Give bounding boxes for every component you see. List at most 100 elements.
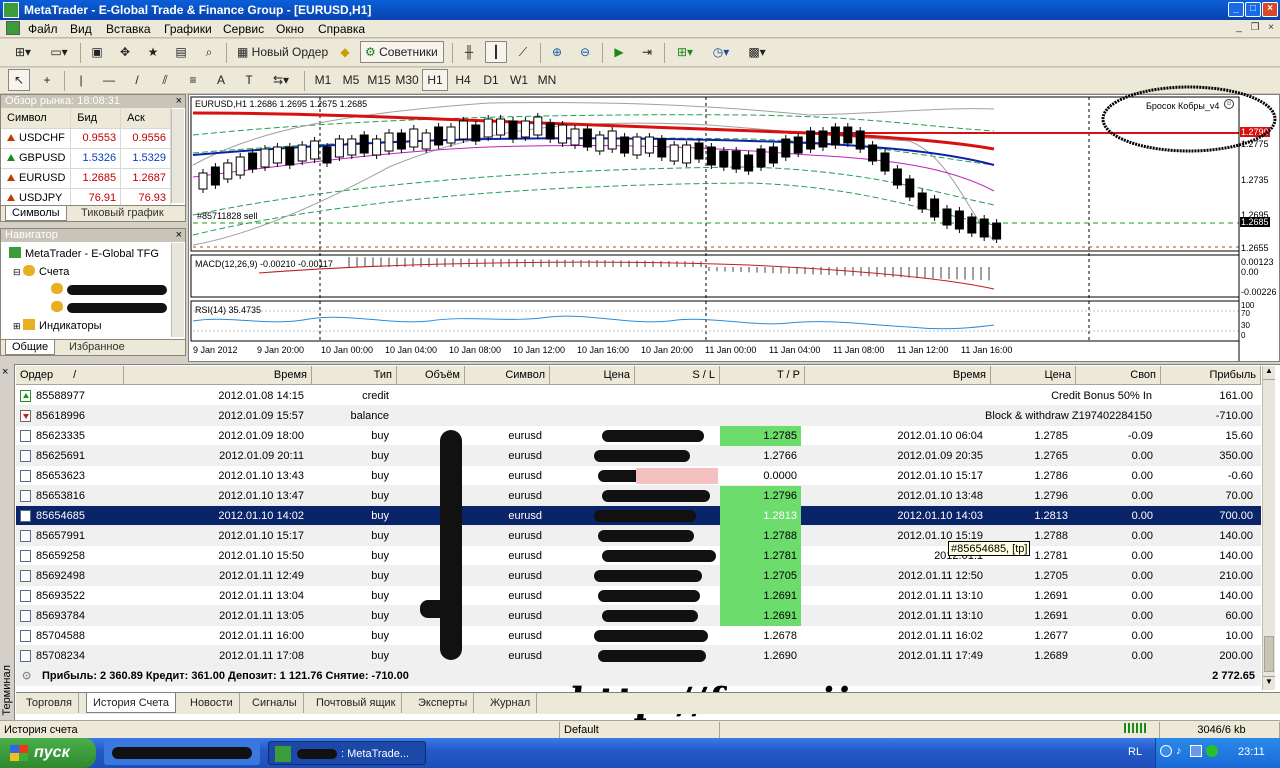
- mdi-close-icon[interactable]: ×: [1264, 22, 1278, 35]
- language-indicator[interactable]: RL: [1128, 746, 1142, 758]
- col-close-price[interactable]: Цена: [991, 366, 1076, 385]
- timeframe-w1[interactable]: W1: [506, 69, 532, 91]
- mdi-icon[interactable]: [6, 21, 20, 35]
- taskbar-item-metatrader[interactable]: : MetaTrade...: [268, 741, 426, 765]
- taskbar-item[interactable]: [104, 741, 260, 765]
- tab-journal[interactable]: Журнал: [484, 693, 538, 713]
- zoom-out-icon[interactable]: ⊖: [574, 41, 596, 63]
- tab-signals[interactable]: Сигналы: [246, 693, 304, 713]
- line-chart-icon[interactable]: ⟋: [512, 41, 534, 63]
- menu-service[interactable]: Сервис: [223, 22, 264, 36]
- security-icon[interactable]: [1206, 745, 1218, 757]
- col-type[interactable]: Тип: [312, 366, 397, 385]
- col-time[interactable]: Время: [124, 366, 312, 385]
- market-watch-icon[interactable]: ▣: [86, 41, 108, 63]
- col-tp[interactable]: T / P: [720, 366, 805, 385]
- col-ask[interactable]: Аск: [120, 108, 171, 129]
- tester-icon[interactable]: ⌕: [198, 41, 220, 63]
- col-close-time[interactable]: Время: [805, 366, 991, 385]
- menu-file[interactable]: Файл: [28, 22, 58, 36]
- meta-editor-icon[interactable]: ◆: [334, 41, 356, 63]
- col-price[interactable]: Цена: [550, 366, 635, 385]
- network-icon[interactable]: [1190, 745, 1202, 757]
- zoom-in-icon[interactable]: ⊕: [546, 41, 568, 63]
- timeframe-d1[interactable]: D1: [478, 69, 504, 91]
- timeframe-m15[interactable]: M15: [366, 69, 392, 91]
- col-sl[interactable]: S / L: [635, 366, 720, 385]
- text-icon[interactable]: A: [210, 69, 232, 91]
- profiles-icon[interactable]: ▭▾: [44, 41, 74, 63]
- timeframe-h4[interactable]: H4: [450, 69, 476, 91]
- tree-accounts[interactable]: ⊟ Счета: [13, 265, 69, 278]
- timeframe-m1[interactable]: M1: [310, 69, 336, 91]
- close-icon[interactable]: ×: [176, 95, 182, 108]
- tab-trade[interactable]: Торговля: [20, 693, 79, 713]
- close-icon[interactable]: ×: [2, 366, 8, 378]
- col-symbol[interactable]: Символ: [1, 108, 72, 129]
- tab-symbols[interactable]: Символы: [5, 206, 67, 221]
- data-window-icon[interactable]: ✥: [114, 41, 136, 63]
- tab-mailbox[interactable]: Почтовый ящик: [310, 693, 403, 713]
- terminal-icon[interactable]: ▤: [170, 41, 192, 63]
- col-swap[interactable]: Своп: [1076, 366, 1161, 385]
- close-button[interactable]: ×: [1262, 2, 1278, 17]
- status-profile[interactable]: Default: [560, 722, 720, 738]
- timeframe-m5[interactable]: M5: [338, 69, 364, 91]
- quote-row[interactable]: EURUSD 1.2685 1.2687: [1, 168, 171, 189]
- navigator-icon[interactable]: ★: [142, 41, 164, 63]
- tree-account-item[interactable]: [51, 301, 167, 314]
- tab-tick-chart[interactable]: Тиковый график: [75, 206, 170, 221]
- table-row[interactable]: 85588977 2012.01.08 14:15 credit 161.00 Cred…: [16, 386, 1261, 406]
- new-chart-icon[interactable]: ⊞▾: [8, 41, 38, 63]
- quote-row[interactable]: GBPUSD 1.5326 1.5329: [1, 148, 171, 169]
- chart-window[interactable]: EURUSD,H1 1.2686 1.2695 1.2675 1.2685 Бр…: [188, 85, 1280, 362]
- trendline-icon[interactable]: /: [126, 69, 148, 91]
- col-symbol[interactable]: Символ: [465, 366, 550, 385]
- maximize-button[interactable]: □: [1245, 2, 1261, 17]
- back-icon[interactable]: [1160, 745, 1172, 757]
- menu-charts[interactable]: Графики: [164, 22, 212, 36]
- arrows-icon[interactable]: ⇆▾: [266, 69, 296, 91]
- candlestick-icon[interactable]: ┃: [485, 41, 507, 63]
- tab-account-history[interactable]: История Счета: [86, 693, 177, 713]
- label-icon[interactable]: T: [238, 69, 260, 91]
- tab-common[interactable]: Общие: [5, 340, 56, 355]
- minimize-button[interactable]: _: [1228, 2, 1244, 17]
- timeframe-mn[interactable]: MN: [534, 69, 560, 91]
- col-bid[interactable]: Бид: [70, 108, 122, 129]
- tab-favorites[interactable]: Избранное: [63, 340, 131, 355]
- tab-news[interactable]: Новости: [184, 693, 240, 713]
- horizontal-line-icon[interactable]: —: [98, 69, 120, 91]
- tab-experts[interactable]: Эксперты: [412, 693, 475, 713]
- scroll-thumb[interactable]: [1264, 636, 1274, 672]
- tree-indicators[interactable]: ⊞ Индикаторы: [13, 319, 102, 332]
- new-order-button[interactable]: ▦ Новый Ордер: [232, 41, 332, 63]
- col-profit[interactable]: Прибыль: [1161, 366, 1261, 385]
- quote-row[interactable]: USDCHF 0.9553 0.9556: [1, 128, 171, 149]
- crosshair-icon[interactable]: +: [36, 69, 58, 91]
- volume-icon[interactable]: ♪: [1176, 745, 1182, 757]
- cursor-icon[interactable]: ↖: [8, 69, 30, 91]
- menu-help[interactable]: Справка: [318, 22, 365, 36]
- mdi-minimize-icon[interactable]: _: [1232, 22, 1246, 35]
- menu-view[interactable]: Вид: [70, 22, 92, 36]
- chart-shift-icon[interactable]: ⇥: [636, 41, 658, 63]
- expert-advisors-button[interactable]: ⚙ Советники: [360, 41, 444, 63]
- periods-icon[interactable]: ◷▾: [706, 41, 736, 63]
- close-icon[interactable]: ×: [176, 229, 182, 242]
- templates-icon[interactable]: ▩▾: [742, 41, 772, 63]
- bar-chart-icon[interactable]: ╫: [458, 41, 480, 63]
- table-row[interactable]: 85618996 2012.01.09 15:57 balance -710.00 Bl…: [16, 406, 1261, 426]
- tree-account-item[interactable]: [51, 283, 167, 296]
- menu-window[interactable]: Окно: [276, 22, 304, 36]
- timeframe-m30[interactable]: M30: [394, 69, 420, 91]
- timeframe-h1[interactable]: H1: [422, 69, 448, 91]
- terminal-scrollbar[interactable]: ▲ ▼: [1262, 366, 1275, 690]
- start-button[interactable]: пуск: [0, 738, 96, 768]
- vertical-line-icon[interactable]: |: [70, 69, 92, 91]
- navigator-scrollbar[interactable]: [171, 243, 184, 337]
- scroll-up-icon[interactable]: ▲: [1263, 366, 1275, 380]
- indicators-icon[interactable]: ⊞▾: [670, 41, 700, 63]
- scroll-down-icon[interactable]: ▼: [1263, 676, 1275, 690]
- fibo-icon[interactable]: ≡: [182, 69, 204, 91]
